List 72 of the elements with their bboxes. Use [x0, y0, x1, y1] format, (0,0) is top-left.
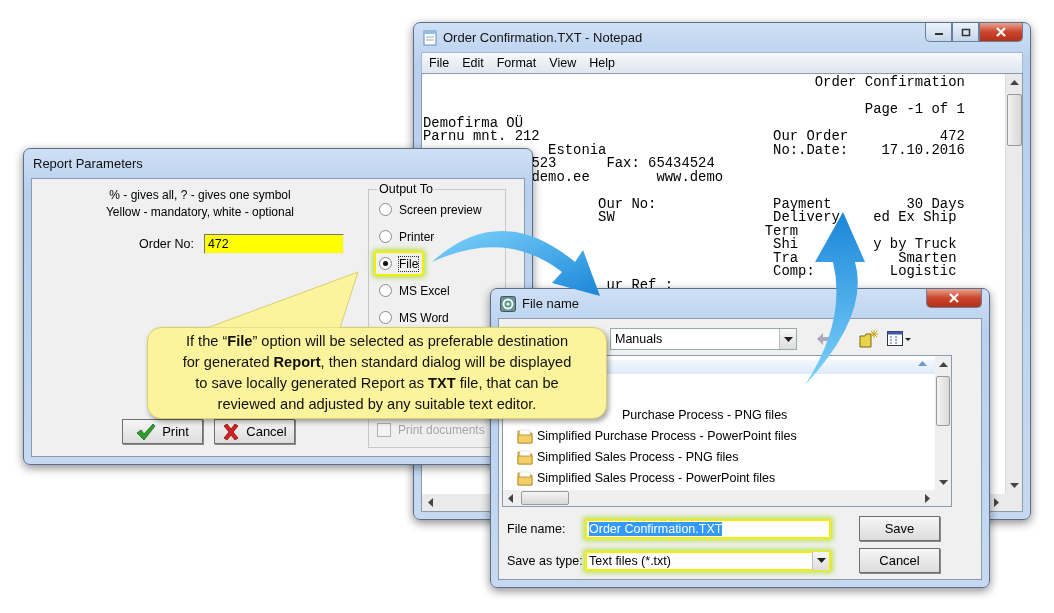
folder-icon [517, 469, 533, 486]
scroll-thumb[interactable] [936, 376, 950, 426]
field-label: File name: [506, 521, 567, 536]
text-line: Parnu mnt. 212 Our Order 472 [423, 128, 965, 144]
scroll-thumb[interactable] [1006, 94, 1022, 146]
dropdown-arrow-icon [783, 336, 793, 342]
folder-name[interactable]: Purchase Process - PNG files [622, 407, 788, 422]
folder-name[interactable]: Simplified Sales Process - PowerPoint files [537, 470, 776, 485]
horizontal-scrollbar[interactable] [503, 490, 935, 506]
menu-item[interactable]: Edit [455, 56, 490, 70]
window-title: Order Confirmation.TXT - Notepad [443, 30, 643, 45]
close-icon [948, 293, 960, 303]
scroll-left-icon[interactable] [427, 498, 433, 507]
menu-item[interactable]: Help [582, 56, 621, 70]
cross-icon [222, 422, 241, 441]
scroll-up-icon[interactable] [1009, 79, 1019, 85]
vertical-scrollbar[interactable] [935, 356, 951, 506]
callout-text: If the “File” option will be selected as preferable destination for generated Report, then standard dialog will be displayed to save locally generated Report as TXT file, that can be reviewed and adjusted by any suitable text editor. [182, 332, 572, 414]
radio-option[interactable]: MS Word [374, 305, 455, 330]
scroll-right-icon[interactable] [994, 498, 1000, 507]
field-label: Save as type: [506, 553, 584, 568]
folder-name[interactable]: Simplified Sales Process - PNG files [537, 449, 739, 464]
dialog-button[interactable]: Save [859, 516, 940, 541]
text-line: 523 Fax: 65434524 [531, 155, 715, 171]
scroll-down-icon[interactable] [1009, 483, 1019, 489]
app-icon [500, 295, 516, 312]
menu-item[interactable]: View [542, 56, 583, 70]
vertical-scrollbar[interactable] [1005, 74, 1022, 494]
folder-icon [517, 427, 533, 444]
text-line: Estonia No:.Date: 17.10.2016 [548, 141, 965, 158]
window-title: File name [522, 296, 580, 311]
close-button[interactable] [926, 289, 982, 308]
maximize-button[interactable] [952, 23, 979, 42]
text-line: Shi y by Truck [773, 236, 957, 252]
window-title: Report Parameters [33, 156, 143, 171]
scroll-down-icon[interactable] [938, 480, 948, 486]
scroll-right-icon[interactable] [925, 493, 931, 503]
hint-text: % - gives all, ? - gives one symbol [109, 188, 291, 202]
dialog-button[interactable]: Print [122, 419, 203, 444]
location-dropdown[interactable]: Manuals [610, 328, 797, 350]
sort-arrow-icon [918, 361, 927, 366]
dialog-button[interactable]: Cancel [859, 548, 940, 573]
dropdown-arrow-icon [816, 558, 826, 563]
text-line: Comp: Logistic [773, 263, 957, 279]
field-label: Order No: [139, 237, 194, 251]
close-button[interactable] [979, 23, 1023, 42]
hint-text: Yellow - mandatory, white - optional [105, 205, 295, 219]
radio-option[interactable]: Printer [374, 224, 441, 249]
group-title: Output To [378, 182, 434, 196]
close-icon [995, 27, 1007, 37]
radio-option[interactable]: File [374, 251, 425, 276]
folder-name[interactable]: Simplified Purchase Process - PowerPoint files [537, 428, 797, 443]
view-menu-icon[interactable] [887, 331, 911, 347]
file-type-dropdown[interactable]: Text files (*.txt) [585, 550, 831, 571]
notepad-icon [423, 29, 437, 46]
menu-item[interactable]: Format [489, 56, 543, 70]
text-line: demo.ee www.demo [531, 168, 724, 185]
folder-icon [517, 448, 533, 465]
scroll-up-icon[interactable] [938, 361, 948, 367]
radio-option[interactable]: Screen preview [374, 197, 488, 222]
radio-option[interactable]: MS Excel [374, 278, 456, 303]
text-line: Page -1 of 1 [864, 101, 965, 117]
menu-item[interactable]: File [422, 56, 456, 70]
scroll-left-icon[interactable] [507, 493, 513, 503]
maximize-icon [960, 27, 971, 37]
text-line: Order Confirmation [814, 74, 965, 90]
scroll-thumb[interactable] [521, 491, 569, 505]
minimize-button[interactable] [925, 23, 952, 42]
dialog-button[interactable]: Cancel [214, 419, 295, 444]
text-line: Demofirma OÜ [423, 114, 524, 131]
check-icon [136, 422, 157, 441]
order-number-field[interactable]: 472 [203, 234, 344, 254]
